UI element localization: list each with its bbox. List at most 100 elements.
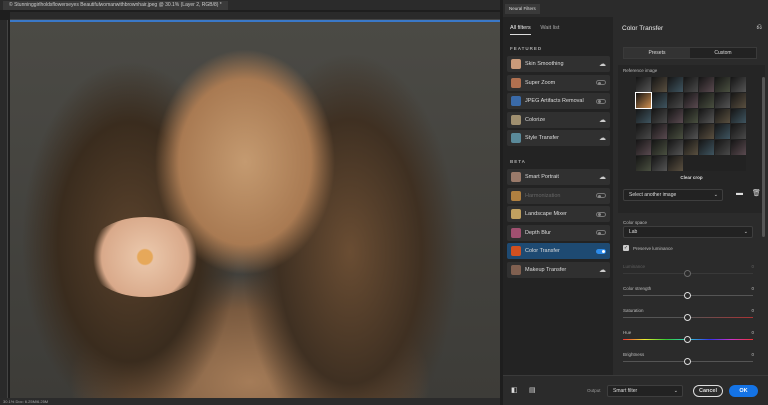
preset-swatch[interactable]	[715, 108, 731, 124]
document-tab[interactable]: © Stunninggirlholdsflowerseyes Beautiful…	[3, 1, 228, 10]
slider-track[interactable]	[623, 270, 753, 277]
slider-handle[interactable]	[684, 314, 691, 321]
preset-swatch[interactable]	[667, 156, 683, 171]
preset-swatch[interactable]	[651, 124, 667, 140]
slider-label: Color strength	[623, 286, 652, 291]
clear-crop-link[interactable]: Clear crop	[618, 175, 765, 180]
preset-swatch[interactable]	[715, 124, 731, 140]
preserve-luminance-checkbox[interactable]: ✓	[623, 245, 629, 251]
slider-label: Brightness	[623, 352, 645, 357]
preset-swatch[interactable]	[667, 108, 683, 124]
cloud-download-icon[interactable]: ☁	[599, 60, 606, 68]
slider-track[interactable]	[623, 336, 753, 343]
slider-track[interactable]	[623, 314, 753, 321]
preset-swatch[interactable]	[699, 77, 715, 92]
tab-wait-list[interactable]: Wait list	[540, 25, 559, 31]
presets-tab[interactable]: Presets	[624, 48, 690, 58]
image-canvas[interactable]	[10, 20, 500, 398]
slider-value: 0	[751, 264, 754, 269]
scrollbar[interactable]	[762, 77, 765, 237]
preset-swatch[interactable]	[667, 124, 683, 140]
filter-toggle[interactable]	[596, 98, 606, 104]
filter-label: Color Transfer	[525, 248, 560, 254]
filter-toggle[interactable]	[596, 248, 606, 254]
preset-swatch[interactable]	[651, 77, 667, 92]
preset-swatch[interactable]	[651, 92, 667, 108]
filter-thumbnail	[511, 264, 521, 275]
filter-list: All filters Wait list FEATURED Skin Smoo…	[503, 17, 613, 375]
preset-swatch[interactable]	[731, 92, 746, 108]
trash-icon[interactable]: 🗑	[752, 189, 761, 197]
filter-label: Style Transfer	[525, 135, 559, 141]
preset-swatch[interactable]	[636, 156, 651, 171]
preset-swatch[interactable]	[667, 77, 683, 92]
output-dropdown[interactable]: Smart filter ⌄	[607, 385, 683, 397]
filter-toggle[interactable]	[596, 193, 606, 198]
tab-all-filters[interactable]: All filters	[510, 25, 531, 35]
filter-item[interactable]: Super Zoom	[507, 74, 610, 91]
filter-toggle[interactable]	[596, 230, 606, 235]
filter-item[interactable]: Depth Blur	[507, 224, 610, 241]
filter-item[interactable]: Colorize ☁	[507, 111, 610, 128]
preset-swatch[interactable]	[651, 140, 667, 156]
output-label: Output	[587, 388, 601, 393]
reset-icon[interactable]: ⎌	[756, 24, 762, 32]
slider-handle[interactable]	[684, 358, 691, 365]
select-image-dropdown[interactable]: Select another image ⌄	[623, 189, 723, 201]
filter-item[interactable]: JPEG Artifacts Removal	[507, 93, 610, 109]
folder-icon[interactable]: ▬	[736, 190, 743, 197]
filter-item[interactable]: Smart Portrait ☁	[507, 169, 610, 185]
filter-item[interactable]: Style Transfer ☁	[507, 130, 610, 146]
preset-swatch[interactable]	[683, 108, 699, 124]
color-space-dropdown[interactable]: Lab ⌄	[623, 226, 753, 238]
preset-swatch[interactable]	[731, 124, 746, 140]
filter-item[interactable]: Skin Smoothing ☁	[507, 56, 610, 72]
slider-handle[interactable]	[684, 270, 691, 277]
preset-swatch[interactable]	[636, 77, 651, 92]
preset-swatch[interactable]	[683, 124, 699, 140]
filter-item[interactable]: Harmonization	[507, 187, 610, 204]
preset-swatch[interactable]	[635, 91, 652, 109]
preset-swatch[interactable]	[683, 77, 699, 92]
preset-swatch[interactable]	[651, 156, 667, 171]
preset-swatch[interactable]	[667, 140, 683, 156]
cancel-button[interactable]: Cancel	[693, 385, 723, 397]
preset-swatch[interactable]	[699, 124, 715, 140]
slider-track[interactable]	[623, 358, 753, 365]
preset-swatch[interactable]	[715, 77, 731, 92]
preset-swatch[interactable]	[699, 140, 715, 156]
preset-swatch[interactable]	[636, 140, 651, 156]
layers-icon[interactable]: ▤	[529, 386, 536, 394]
preset-swatch[interactable]	[731, 77, 746, 92]
cloud-download-icon[interactable]: ☁	[599, 134, 606, 142]
preset-swatch[interactable]	[715, 140, 731, 156]
preset-swatch[interactable]	[731, 140, 746, 156]
preset-swatch[interactable]	[683, 92, 699, 108]
preset-swatch[interactable]	[699, 92, 715, 108]
filter-item[interactable]: Color Transfer	[507, 243, 610, 259]
preset-swatch[interactable]	[636, 108, 651, 124]
slider-handle[interactable]	[684, 336, 691, 343]
preset-swatch[interactable]	[715, 92, 731, 108]
cloud-download-icon[interactable]: ☁	[599, 116, 606, 124]
filter-toggle[interactable]	[596, 80, 606, 85]
compare-icon[interactable]: ◧	[511, 386, 518, 394]
custom-tab[interactable]: Custom	[690, 48, 756, 58]
slider-handle[interactable]	[684, 292, 691, 299]
preset-swatch[interactable]	[636, 124, 651, 140]
ok-button[interactable]: OK	[729, 385, 758, 397]
preset-swatch[interactable]	[683, 140, 699, 156]
filter-toggle[interactable]	[596, 211, 606, 217]
cloud-download-icon[interactable]: ☁	[599, 173, 606, 181]
preset-swatch[interactable]	[651, 108, 667, 124]
preset-swatch[interactable]	[731, 108, 746, 124]
filter-item[interactable]: Landscape Mixer	[507, 206, 610, 222]
filter-item[interactable]: Makeup Transfer ☁	[507, 261, 610, 278]
slider-track[interactable]	[623, 292, 753, 299]
preset-swatch[interactable]	[699, 108, 715, 124]
slider-label: Hue	[623, 330, 632, 335]
chevron-down-icon: ⌄	[713, 192, 718, 198]
beta-heading: BETA	[510, 159, 526, 164]
cloud-download-icon[interactable]: ☁	[599, 266, 606, 274]
preset-swatch[interactable]	[667, 92, 683, 108]
